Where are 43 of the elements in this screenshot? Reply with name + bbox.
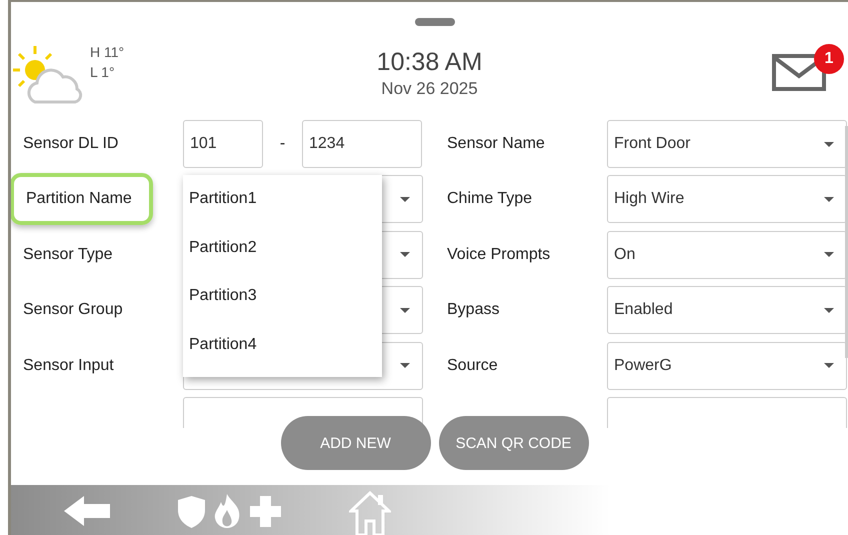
input-field[interactable]: 101 bbox=[183, 120, 263, 168]
select-field[interactable]: Front Door bbox=[607, 120, 847, 168]
caret-icon bbox=[824, 196, 834, 202]
field-label: Source bbox=[447, 356, 498, 375]
field-label: Sensor DL ID bbox=[23, 135, 118, 153]
separator-text: - bbox=[278, 134, 286, 154]
scrollbar[interactable] bbox=[845, 126, 848, 358]
shield-icon[interactable] bbox=[178, 496, 205, 528]
date-text: Nov 26 2025 bbox=[381, 79, 478, 99]
select-field[interactable]: On bbox=[607, 230, 847, 279]
caret-icon bbox=[400, 308, 410, 313]
high-temperature: H 11° bbox=[90, 43, 124, 62]
caret-icon bbox=[400, 363, 410, 368]
field-label: Partition Name bbox=[11, 173, 153, 226]
dropdown-option[interactable]: Partition3 bbox=[183, 272, 382, 321]
field-label: Sensor Group bbox=[23, 301, 123, 320]
dropdown-option[interactable]: Partition4 bbox=[183, 320, 382, 370]
input-field[interactable]: 1234 bbox=[302, 120, 422, 168]
low-temperature: L 1° bbox=[90, 63, 116, 82]
field-label: Bypass bbox=[447, 301, 500, 320]
field-label: Sensor Name bbox=[447, 135, 545, 153]
select-field[interactable]: PowerG bbox=[607, 342, 847, 390]
caret-icon bbox=[824, 142, 834, 146]
flame-icon[interactable] bbox=[213, 494, 241, 528]
field-label: Chime Type bbox=[447, 190, 532, 208]
field-label: Voice Prompts bbox=[447, 246, 550, 264]
select-field[interactable]: High Wire bbox=[607, 175, 847, 224]
field-label: Sensor Input bbox=[23, 356, 114, 375]
drag-handle[interactable] bbox=[415, 18, 455, 26]
dropdown-option[interactable]: Partition1 bbox=[183, 175, 382, 224]
caret-icon bbox=[824, 252, 834, 258]
back-arrow-icon[interactable] bbox=[64, 496, 110, 526]
clock-time: 10:38 AM bbox=[376, 48, 482, 77]
plus-icon[interactable] bbox=[250, 496, 281, 527]
caret-icon bbox=[400, 252, 410, 258]
notification-badge: 1 bbox=[814, 44, 844, 74]
caret-icon bbox=[824, 363, 834, 368]
field-label: Sensor Type bbox=[23, 246, 113, 264]
dropdown-option[interactable]: Partition2 bbox=[183, 224, 382, 272]
caret-icon bbox=[400, 196, 410, 202]
select-field[interactable]: Enabled bbox=[607, 286, 847, 334]
caret-icon bbox=[824, 308, 834, 313]
home-icon[interactable] bbox=[349, 491, 391, 535]
